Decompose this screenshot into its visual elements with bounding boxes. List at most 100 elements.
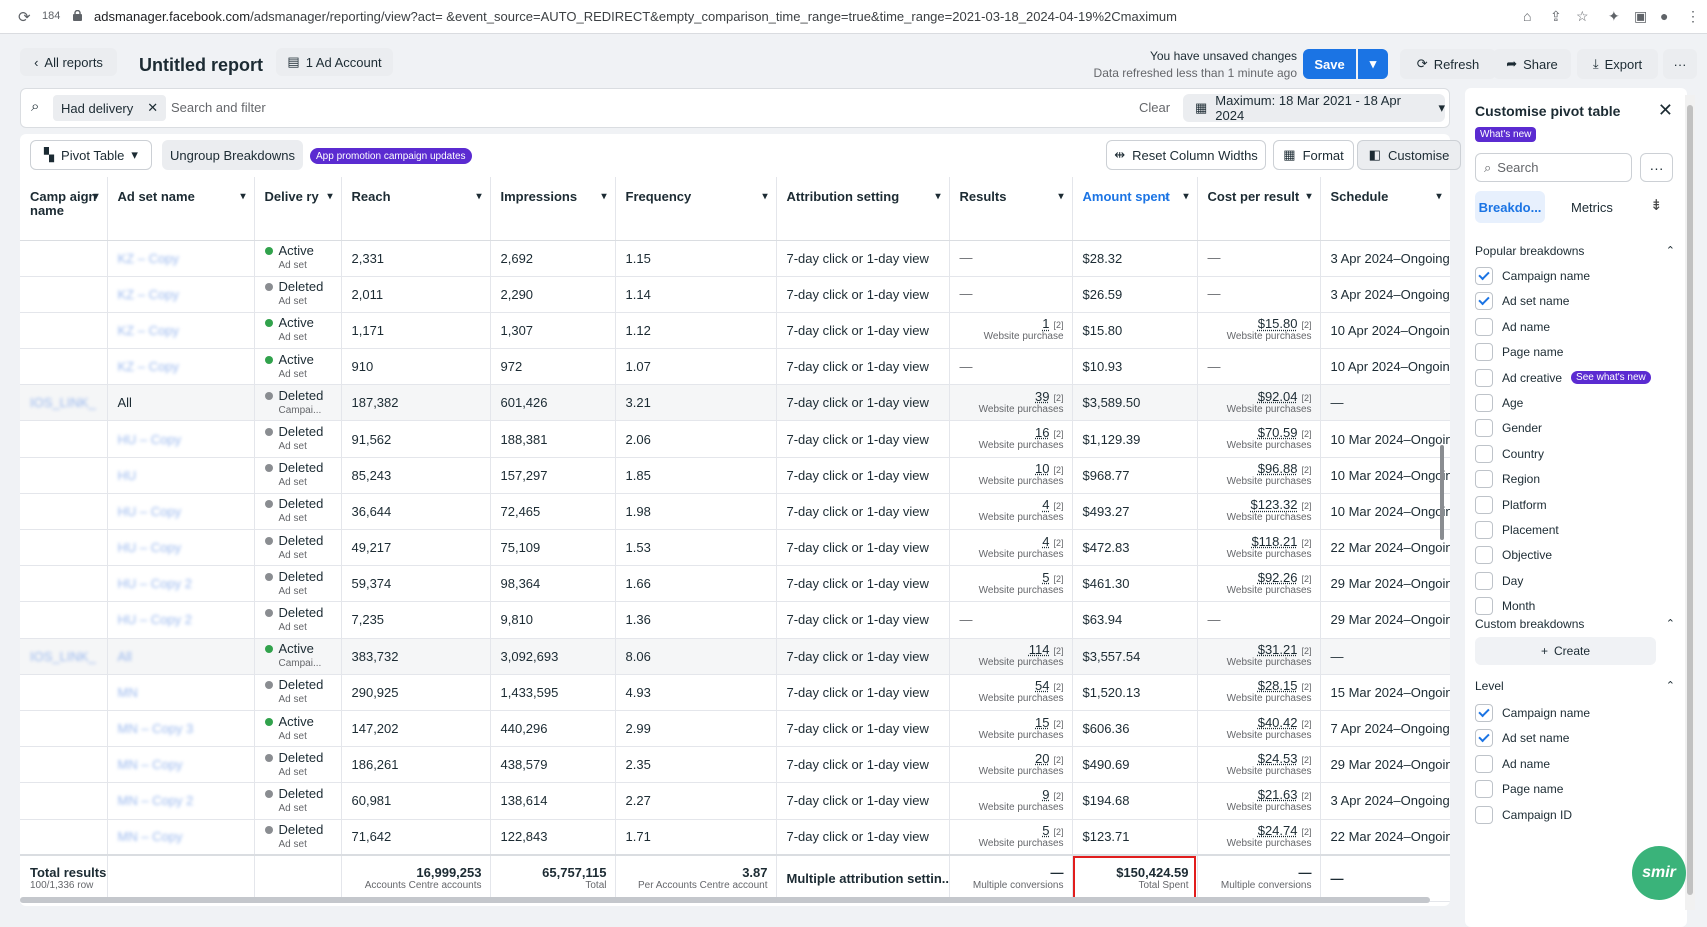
checkbox[interactable]: [1475, 546, 1493, 565]
browser-menu-icon[interactable]: ⋮: [1686, 8, 1700, 25]
chevron-down-icon[interactable]: ▾: [601, 190, 606, 204]
adset-name-cell[interactable]: HU – Copy: [107, 493, 255, 531]
tab-metrics[interactable]: Metrics: [1571, 200, 1613, 215]
adset-name-cell[interactable]: HU – Copy: [107, 420, 255, 458]
ungroup-breakdowns-button[interactable]: Ungroup Breakdowns: [162, 140, 303, 170]
results-cell[interactable]: 54 [2] Website purchases: [949, 674, 1073, 711]
refresh-button[interactable]: ⟳ Refresh: [1400, 49, 1496, 79]
campaign-name-cell[interactable]: [20, 240, 108, 277]
campaign-name-cell[interactable]: [20, 746, 108, 784]
breakdown-option[interactable]: Region: [1475, 469, 1540, 489]
clear-filters-link[interactable]: Clear: [1139, 100, 1170, 115]
breakdown-option[interactable]: Country: [1475, 444, 1544, 464]
sidebar-icon[interactable]: ▣: [1634, 8, 1647, 25]
checkbox[interactable]: [1475, 597, 1493, 616]
breakdown-option[interactable]: Page name: [1475, 342, 1563, 362]
campaign-name-cell[interactable]: IOS_LINK_: [20, 638, 108, 675]
checkbox[interactable]: [1475, 805, 1493, 824]
table-row[interactable]: HU – Copy 2 Deleted Ad set 59,374 98,364…: [20, 565, 1450, 603]
breakdown-option[interactable]: Ad name: [1475, 754, 1550, 774]
cost-per-result-cell[interactable]: $28.15 [2] Website purchases: [1197, 674, 1321, 711]
table-row[interactable]: KZ – Copy Active Ad set 910 972 1.07 7-d…: [20, 348, 1450, 386]
customise-button[interactable]: ◧ Customise: [1357, 140, 1461, 170]
breakdown-option[interactable]: Campaign name: [1475, 266, 1590, 286]
campaign-name-cell[interactable]: [20, 710, 108, 748]
translate-icon[interactable]: ⌂: [1523, 8, 1531, 24]
campaign-name-cell[interactable]: [20, 529, 108, 567]
export-button[interactable]: ⤓ Export: [1577, 49, 1658, 79]
chevron-down-icon[interactable]: ▾: [1436, 190, 1441, 204]
reload-icon[interactable]: ⟳: [18, 8, 31, 26]
checkbox[interactable]: [1475, 444, 1493, 463]
breakdown-option[interactable]: Ad set name: [1475, 728, 1569, 748]
pivot-table-dropdown[interactable]: ▚ Pivot Table ▾: [30, 140, 152, 170]
campaign-name-cell[interactable]: [20, 276, 108, 313]
table-row[interactable]: MN – Copy 3 Active Ad set 147,202 440,29…: [20, 710, 1450, 748]
breakdown-option[interactable]: Placement: [1475, 520, 1559, 540]
table-row[interactable]: MN – Copy Deleted Ad set 186,261 438,579…: [20, 746, 1450, 784]
campaign-name-cell[interactable]: [20, 674, 108, 711]
checkbox[interactable]: [1475, 754, 1493, 773]
profile-icon[interactable]: ●: [1660, 8, 1668, 24]
share-icon[interactable]: ⇪: [1550, 8, 1562, 25]
campaign-name-cell[interactable]: [20, 819, 108, 856]
see-whats-new-badge[interactable]: See what's new: [1571, 371, 1651, 385]
checkbox[interactable]: [1475, 521, 1493, 539]
table-row[interactable]: KZ – Copy Active Ad set 1,171 1,307 1.12…: [20, 312, 1450, 350]
chevron-down-icon[interactable]: ▾: [93, 190, 98, 204]
breakdown-option[interactable]: Objective: [1475, 545, 1552, 565]
column-header-amount-spent[interactable]: Amount spent ▾ ↓: [1072, 177, 1198, 241]
adset-name-cell[interactable]: MN – Copy 3: [107, 710, 255, 748]
campaign-name-cell[interactable]: [20, 782, 108, 820]
share-button[interactable]: ➦ Share: [1493, 49, 1571, 79]
breakdown-option[interactable]: Platform: [1475, 495, 1547, 515]
table-row[interactable]: KZ – Copy Deleted Ad set 2,011 2,290 1.1…: [20, 276, 1450, 313]
format-button[interactable]: ▦ Format: [1273, 140, 1354, 170]
cost-per-result-cell[interactable]: $21.63 [2] Website purchases: [1197, 782, 1321, 820]
adset-name-cell[interactable]: HU – Copy: [107, 529, 255, 567]
filter-chip-had-delivery[interactable]: Had delivery ✕: [53, 95, 167, 121]
bookmark-star-icon[interactable]: ☆: [1576, 8, 1589, 25]
table-row[interactable]: IOS_LINK_ All Deleted Campai... 187,382 …: [20, 384, 1450, 422]
adset-name-cell[interactable]: KZ – Copy: [107, 276, 255, 313]
cost-per-result-cell[interactable]: $92.04 [2] Website purchases: [1197, 384, 1321, 422]
cost-per-result-cell[interactable]: $24.74 [2] Website purchases: [1197, 819, 1321, 856]
campaign-name-cell[interactable]: [20, 348, 108, 386]
chevron-down-icon[interactable]: ▾: [1306, 190, 1311, 204]
results-cell[interactable]: 20 [2] Website purchases: [949, 746, 1073, 784]
table-row[interactable]: HU Deleted Ad set 85,243 157,297 1.85 7-…: [20, 457, 1450, 494]
panel-more-button[interactable]: ···: [1640, 153, 1673, 182]
adset-name-cell[interactable]: MN – Copy: [107, 746, 255, 784]
checkbox[interactable]: [1475, 729, 1493, 748]
breakdown-option[interactable]: Campaign ID: [1475, 805, 1572, 825]
checkbox[interactable]: [1475, 343, 1493, 362]
results-cell[interactable]: 39 [2] Website purchases: [949, 384, 1073, 422]
checkbox[interactable]: [1475, 292, 1493, 311]
adset-name-cell[interactable]: KZ – Copy: [107, 312, 255, 350]
chevron-down-icon[interactable]: ▾: [240, 190, 245, 204]
table-row[interactable]: HU – Copy Deleted Ad set 36,644 72,465 1…: [20, 493, 1450, 531]
column-header-cost-per-result[interactable]: Cost per result ▾: [1197, 177, 1321, 241]
app-promotion-badge[interactable]: App promotion campaign updates: [310, 148, 472, 164]
results-cell[interactable]: 5 [2] Website purchases: [949, 565, 1073, 603]
cost-per-result-cell[interactable]: $96.88 [2] Website purchases: [1197, 457, 1321, 494]
checkbox[interactable]: [1475, 368, 1493, 387]
table-row[interactable]: KZ – Copy Active Ad set 2,331 2,692 1.15…: [20, 240, 1450, 277]
table-row[interactable]: HU – Copy Deleted Ad set 49,217 75,109 1…: [20, 529, 1450, 567]
horizontal-scrollbar[interactable]: [20, 897, 1430, 903]
cost-per-result-cell[interactable]: $123.32 [2] Website purchases: [1197, 493, 1321, 531]
checkbox[interactable]: [1475, 704, 1493, 722]
results-cell[interactable]: 16 [2] Website purchases: [949, 420, 1073, 458]
table-row[interactable]: MN Deleted Ad set 290,925 1,433,595 4.93…: [20, 674, 1450, 711]
vertical-scrollbar[interactable]: [1440, 445, 1444, 540]
cost-per-result-cell[interactable]: $24.53 [2] Website purchases: [1197, 746, 1321, 784]
results-cell[interactable]: 9 [2] Website purchases: [949, 782, 1073, 820]
adset-name-cell[interactable]: All: [107, 638, 255, 675]
checkbox[interactable]: [1475, 495, 1493, 514]
results-cell[interactable]: 4 [2] Website purchases: [949, 529, 1073, 567]
campaign-name-cell[interactable]: [20, 565, 108, 603]
table-row[interactable]: HU – Copy 2 Deleted Ad set 7,235 9,810 1…: [20, 601, 1450, 639]
column-header-campaign[interactable]: Camp aign name ▾: [20, 177, 108, 241]
cost-per-result-cell[interactable]: $40.42 [2] Website purchases: [1197, 710, 1321, 748]
campaign-name-cell[interactable]: [20, 420, 108, 458]
